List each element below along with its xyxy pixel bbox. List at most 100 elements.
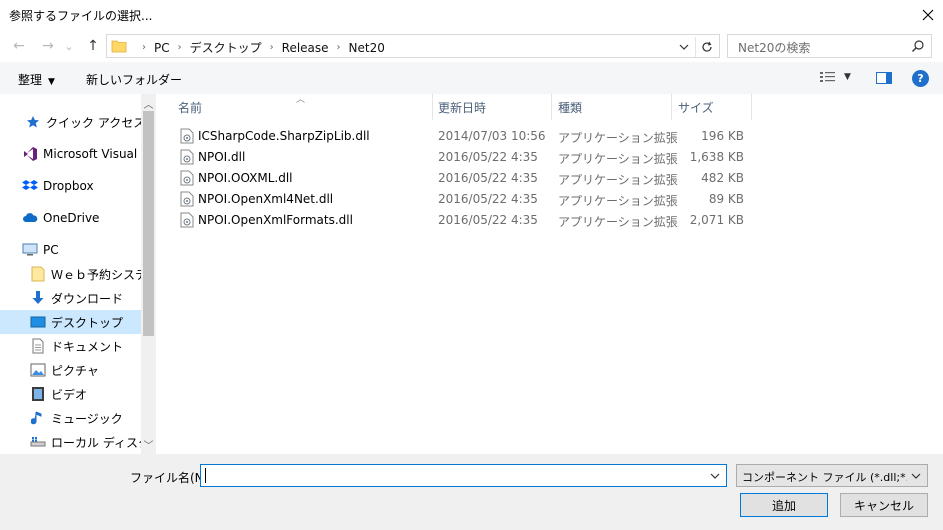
recent-locations-button[interactable]: ⌄	[62, 36, 76, 56]
refresh-icon	[701, 41, 712, 52]
breadcrumb: › PC › デスクトップ › Release › Net20	[134, 39, 385, 56]
picture-icon	[29, 361, 47, 379]
sidebar-item-label: ドキュメント	[51, 339, 124, 354]
column-divider[interactable]	[551, 94, 552, 120]
filename-input[interactable]	[200, 464, 727, 487]
column-header-name[interactable]: 名前	[178, 94, 428, 120]
column-header-type[interactable]: 種類	[558, 94, 670, 120]
search-placeholder: Net20の検索	[738, 41, 811, 55]
sidebar-item-label: ミュージック	[51, 411, 123, 426]
breadcrumb-net20[interactable]: Net20	[349, 41, 385, 55]
sidebar-item-visual-studio[interactable]: Microsoft Visual S	[0, 142, 141, 166]
dll-file-icon	[180, 191, 194, 207]
sidebar-item-dropbox[interactable]: Dropbox	[0, 174, 141, 198]
file-row[interactable]: NPOI.dll 2016/05/22 4:35 アプリケーション拡張 1,63…	[156, 146, 756, 167]
filter-dropdown-button[interactable]	[908, 468, 924, 484]
file-row[interactable]: NPOI.OOXML.dll 2016/05/22 4:35 アプリケーション拡…	[156, 167, 756, 188]
breadcrumb-release[interactable]: Release	[282, 41, 329, 55]
file-name: ICSharpCode.SharpZipLib.dll	[198, 129, 370, 143]
sidebar-item-pc[interactable]: PC	[0, 238, 141, 262]
forward-button[interactable]: →	[38, 36, 58, 56]
file-name: NPOI.OpenXmlFormats.dll	[198, 213, 353, 227]
sidebar-item-label: Ｗｅｂ予約システ	[51, 267, 141, 282]
change-view-button[interactable]: ▼	[820, 71, 851, 83]
caret-down-icon: ▼	[48, 77, 55, 87]
column-header-size[interactable]: サイズ	[678, 94, 750, 120]
column-divider[interactable]	[432, 94, 433, 120]
add-button-label: 追加	[771, 498, 796, 513]
chevron-right-icon: ›	[142, 42, 146, 53]
new-folder-button[interactable]: 新しいフォルダー	[86, 71, 182, 88]
help-icon: ?	[917, 72, 924, 85]
up-arrow-icon: ↑	[87, 38, 99, 54]
address-dropdown-button[interactable]	[675, 38, 693, 56]
back-arrow-icon: ←	[13, 38, 25, 54]
breadcrumb-pc[interactable]: PC	[154, 41, 170, 55]
sidebar-item-music[interactable]: ミュージック	[0, 406, 141, 430]
file-name: NPOI.dll	[198, 150, 246, 164]
filename-dropdown-button[interactable]	[707, 468, 723, 484]
scroll-up-button[interactable]: ︿	[141, 96, 156, 111]
sidebar-item-label: OneDrive	[43, 211, 100, 225]
sidebar-item-videos[interactable]: ビデオ	[0, 382, 141, 406]
sidebar-item-label: Dropbox	[43, 179, 94, 193]
sidebar-item-label: Microsoft Visual S	[43, 147, 141, 161]
preview-pane-button[interactable]	[876, 72, 892, 87]
file-row[interactable]: NPOI.OpenXmlFormats.dll 2016/05/22 4:35 …	[156, 209, 756, 230]
search-icon[interactable]	[911, 39, 925, 56]
forward-arrow-icon: →	[42, 38, 54, 54]
sidebar-item-label: ビデオ	[51, 387, 88, 402]
column-divider[interactable]	[671, 94, 672, 120]
file-row[interactable]: NPOI.OpenXml4Net.dll 2016/05/22 4:35 アプリ…	[156, 188, 756, 209]
sidebar-item-desktop[interactable]: デスクトップ	[0, 310, 141, 334]
sidebar-item-local-disk[interactable]: ローカル ディスク (C	[0, 430, 141, 454]
add-button[interactable]: 追加	[740, 493, 828, 517]
cancel-button[interactable]: キャンセル	[840, 493, 928, 517]
refresh-button[interactable]	[695, 37, 717, 57]
drive-icon	[29, 433, 47, 451]
sidebar-item-label: PC	[43, 243, 59, 257]
folder-icon	[29, 265, 47, 283]
back-button[interactable]: ←	[9, 36, 29, 56]
file-type: アプリケーション拡張	[558, 173, 678, 187]
close-icon	[922, 9, 934, 21]
navigation-pane: クイック アクセス Microsoft Visual S Dropbox One…	[0, 94, 156, 454]
file-size: 89 KB	[708, 192, 744, 206]
column-divider[interactable]	[751, 94, 752, 120]
caret-down-icon: ▼	[844, 72, 851, 82]
sidebar-item-quick-access[interactable]: クイック アクセス	[0, 110, 141, 134]
chevron-down-icon: ﹀	[143, 441, 154, 452]
chevron-up-icon: ︿	[143, 100, 154, 111]
breadcrumb-desktop[interactable]: デスクトップ	[190, 39, 262, 56]
file-row[interactable]: ICSharpCode.SharpZipLib.dll 2014/07/03 1…	[156, 125, 756, 146]
chevron-right-icon: ›	[269, 42, 274, 53]
dll-file-icon	[180, 128, 194, 144]
help-button[interactable]: ?	[912, 70, 929, 87]
navigation-bar: ← → ⌄ ↑ › PC › デスクトップ › Release › Net20 …	[0, 30, 943, 62]
sidebar-item-label: ダウンロード	[51, 291, 124, 306]
sidebar-item-web-system[interactable]: Ｗｅｂ予約システ	[0, 262, 141, 286]
file-modified: 2016/05/22 4:35	[438, 192, 538, 206]
file-type: アプリケーション拡張	[558, 152, 678, 166]
chevron-down-icon: ⌄	[64, 39, 74, 53]
music-icon	[29, 409, 47, 427]
sidebar-item-downloads[interactable]: ダウンロード	[0, 286, 141, 310]
close-button[interactable]	[913, 0, 943, 30]
window-title: 参照するファイルの選択...	[9, 9, 153, 23]
sidebar-item-pictures[interactable]: ピクチャ	[0, 358, 141, 382]
up-button[interactable]: ↑	[83, 36, 103, 56]
column-header-modified[interactable]: 更新日時	[438, 94, 550, 120]
file-size: 2,071 KB	[689, 213, 744, 227]
scrollbar-thumb[interactable]	[143, 111, 154, 336]
scroll-down-button[interactable]: ﹀	[141, 437, 156, 452]
sidebar-item-label: ローカル ディスク (C	[51, 435, 141, 450]
column-header-label: 種類	[558, 100, 583, 115]
sidebar-item-onedrive[interactable]: OneDrive	[0, 206, 141, 230]
search-input[interactable]: Net20の検索	[727, 34, 932, 58]
sidebar-item-documents[interactable]: ドキュメント	[0, 334, 141, 358]
file-type-filter-select[interactable]: コンポーネント ファイル (*.dll;*.tlb;*.o	[736, 464, 928, 487]
address-bar[interactable]: › PC › デスクトップ › Release › Net20	[106, 34, 720, 58]
organize-button[interactable]: 整理 ▼	[18, 71, 55, 88]
sidebar-scrollbar[interactable]: ︿ ﹀	[141, 94, 156, 454]
file-size: 196 KB	[701, 129, 744, 143]
